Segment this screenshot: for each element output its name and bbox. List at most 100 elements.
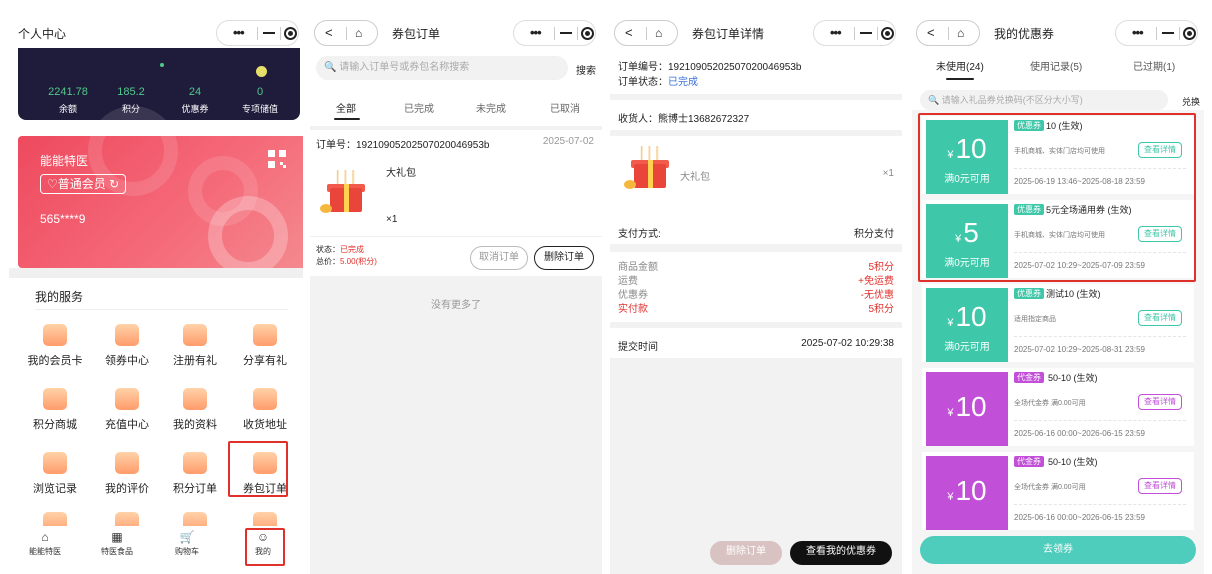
shipping-label: 运费 xyxy=(618,276,638,287)
stat-balance[interactable]: 2241.78 余额 xyxy=(38,86,98,115)
service-member-card[interactable]: 我的会员卡 xyxy=(22,324,88,368)
tab-expired[interactable]: 已过期(1) xyxy=(1133,58,1175,73)
cancel-order-button[interactable]: 取消订单 xyxy=(470,246,528,270)
close-icon[interactable] xyxy=(284,27,297,40)
discount-value: -无优惠 xyxy=(860,290,894,301)
crown-icon xyxy=(43,324,67,346)
home-icon[interactable]: ⌂ xyxy=(957,25,964,41)
view-details-button[interactable]: 查看详情 xyxy=(1138,478,1182,494)
back-icon[interactable]: < xyxy=(625,25,633,41)
cart-icon: 🛒 xyxy=(179,530,195,544)
order-search-input[interactable]: 🔍 请输入订单号或券包名称搜索 xyxy=(316,56,568,80)
service-browse-history[interactable]: 浏览记录 xyxy=(22,452,88,496)
more-icon[interactable]: ••• xyxy=(530,25,542,40)
stat-coupons[interactable]: 24 优惠券 xyxy=(168,86,222,115)
ticket-icon xyxy=(115,324,139,346)
star-icon xyxy=(183,452,207,474)
search-icon: 🔍 xyxy=(928,95,940,105)
submit-time-label: 提交时间 xyxy=(618,342,658,353)
coupon-orders-panel: < ⌂ 券包订单 ••• 🔍 请输入订单号或券包名称搜索 搜索 全部 已完成 未完… xyxy=(310,0,602,574)
services-title: 我的服务 xyxy=(35,290,84,304)
tab-cancelled[interactable]: 已取消 xyxy=(550,100,580,115)
more-icon[interactable]: ••• xyxy=(233,25,245,40)
home-icon: ⌂ xyxy=(41,530,49,544)
more-icon[interactable]: ••• xyxy=(830,25,842,40)
service-address[interactable]: 收货地址 xyxy=(232,388,298,432)
my-coupons-panel: < ⌂ 我的优惠券 ••• 未使用(24) 使用记录(5) 已过期(1) 🔍 请输… xyxy=(912,0,1204,574)
service-recharge[interactable]: 充值中心 xyxy=(94,388,160,432)
no-more-text: 没有更多了 xyxy=(431,300,481,311)
page-title: 券包订单详情 xyxy=(692,27,765,41)
amount-label: 商品金额 xyxy=(618,262,658,273)
minimize-icon[interactable] xyxy=(860,32,872,34)
search-button[interactable]: 搜索 xyxy=(576,62,596,77)
nav-capsule[interactable]: < ⌂ xyxy=(614,20,678,46)
service-points-orders[interactable]: 积分订单 xyxy=(162,452,228,496)
close-icon[interactable] xyxy=(581,27,594,40)
shipping-value: +免运费 xyxy=(858,276,894,287)
view-details-button[interactable]: 查看详情 xyxy=(1138,394,1182,410)
tab-used-records[interactable]: 使用记录(5) xyxy=(1030,58,1082,73)
back-icon[interactable]: < xyxy=(325,25,333,41)
order-detail-panel: < ⌂ 券包订单详情 ••• 订单编号：192109052025070200469… xyxy=(610,0,902,574)
tab-unused[interactable]: 未使用(24) xyxy=(936,58,984,73)
tab-home[interactable]: ⌂ 能能特医 xyxy=(15,530,75,557)
service-register-gift[interactable]: 注册有礼 xyxy=(162,324,228,368)
service-coupon-center[interactable]: 领券中心 xyxy=(94,324,160,368)
coupon-validity: 2025-07-02 10:29~2025-08-31 23:59 xyxy=(1014,345,1145,354)
qrcode-icon[interactable] xyxy=(268,150,286,168)
coupon-validity: 2025-06-16 00:00~2026-06-15 23:59 xyxy=(1014,429,1145,438)
mini-program-capsule[interactable]: ••• xyxy=(216,20,299,46)
order-card[interactable]: 订单号：19210905202507020046953b 2025-07-02 … xyxy=(310,130,602,276)
redeem-code-input[interactable]: 🔍 请输入礼品券兑换码(不区分大小写) xyxy=(920,90,1168,110)
tab-all[interactable]: 全部 xyxy=(336,100,356,115)
minimize-icon[interactable] xyxy=(1162,32,1174,34)
back-icon[interactable]: < xyxy=(927,25,935,41)
tab-cart[interactable]: 🛒 购物车 xyxy=(157,530,217,557)
home-icon[interactable]: ⌂ xyxy=(655,25,662,41)
service-points-mall[interactable]: 积分商城 xyxy=(22,388,88,432)
member-card[interactable]: 能能特医 ♡普通会员 ↻ 565****9 xyxy=(18,106,303,276)
delete-order-button[interactable]: 删除订单 xyxy=(710,541,782,565)
tab-products[interactable]: ▦ 特医食品 xyxy=(87,530,147,557)
home-icon[interactable]: ⌂ xyxy=(355,25,362,41)
coupon-desc: 全场代金券 满0.00可用 xyxy=(1014,484,1086,491)
profile-panel: 个人中心 ••• 2241.78 余额 185.2 积分 24 优惠券 0 专项储值 能… xyxy=(9,0,303,574)
more-icon[interactable]: ••• xyxy=(1132,25,1144,40)
pay-method-label: 支付方式: xyxy=(618,229,661,240)
coupon-card[interactable]: ¥10 满0元可用 优惠券 测试10 (生效) 适用指定商品 查看详情 2025-… xyxy=(922,284,1194,362)
coupon-card[interactable]: ¥10 代金券 50-10 (生效) 全场代金券 满0.00可用 查看详情 20… xyxy=(922,368,1194,446)
location-pin-icon xyxy=(253,388,277,410)
coupon-desc: 全场代金券 满0.00可用 xyxy=(1014,400,1086,407)
search-icon: 🔍 xyxy=(324,62,337,73)
minimize-icon[interactable] xyxy=(263,32,275,34)
delete-order-button[interactable]: 删除订单 xyxy=(534,246,594,270)
service-my-reviews[interactable]: 我的评价 xyxy=(94,452,160,496)
nav-capsule[interactable]: < ⌂ xyxy=(916,20,980,46)
get-coupons-button[interactable]: 去领券 xyxy=(920,536,1196,564)
view-my-coupons-button[interactable]: 查看我的优惠券 xyxy=(790,541,892,565)
service-share-gift[interactable]: 分享有礼 xyxy=(232,324,298,368)
view-details-button[interactable]: 查看详情 xyxy=(1138,310,1182,326)
page-title: 我的优惠券 xyxy=(994,27,1055,41)
nav-capsule[interactable]: < ⌂ xyxy=(314,20,378,46)
close-icon[interactable] xyxy=(881,27,894,40)
stat-special-stored[interactable]: 0 专项储值 xyxy=(232,86,288,115)
store-icon xyxy=(43,388,67,410)
order-status: 订单状态：已完成 xyxy=(618,77,698,88)
minimize-icon[interactable] xyxy=(560,32,572,34)
tab-completed[interactable]: 已完成 xyxy=(404,100,434,115)
coupon-card[interactable]: ¥10 代金券 50-10 (生效) 全场代金券 满0.00可用 查看详情 20… xyxy=(922,452,1194,530)
member-level-badge[interactable]: ♡普通会员 ↻ xyxy=(40,174,127,194)
order-number: 订单编号：19210905202507020046953b xyxy=(618,62,802,73)
close-icon[interactable] xyxy=(1183,27,1196,40)
submit-time-value: 2025-07-02 10:29:38 xyxy=(801,338,894,349)
gift-box-icon xyxy=(318,170,374,220)
coupon-type-badge: 代金券 xyxy=(1014,372,1044,383)
tab-incomplete[interactable]: 未完成 xyxy=(476,100,506,115)
profile-icon xyxy=(183,388,207,410)
brand-name: 能能特医 xyxy=(40,154,89,168)
services-section: 我的服务 我的会员卡 领券中心 注册有礼 分享有礼 积分商城 充值中心 我的资料… xyxy=(18,278,300,538)
service-my-profile[interactable]: 我的资料 xyxy=(162,388,228,432)
redeem-button[interactable]: 兑换 xyxy=(1182,95,1200,108)
